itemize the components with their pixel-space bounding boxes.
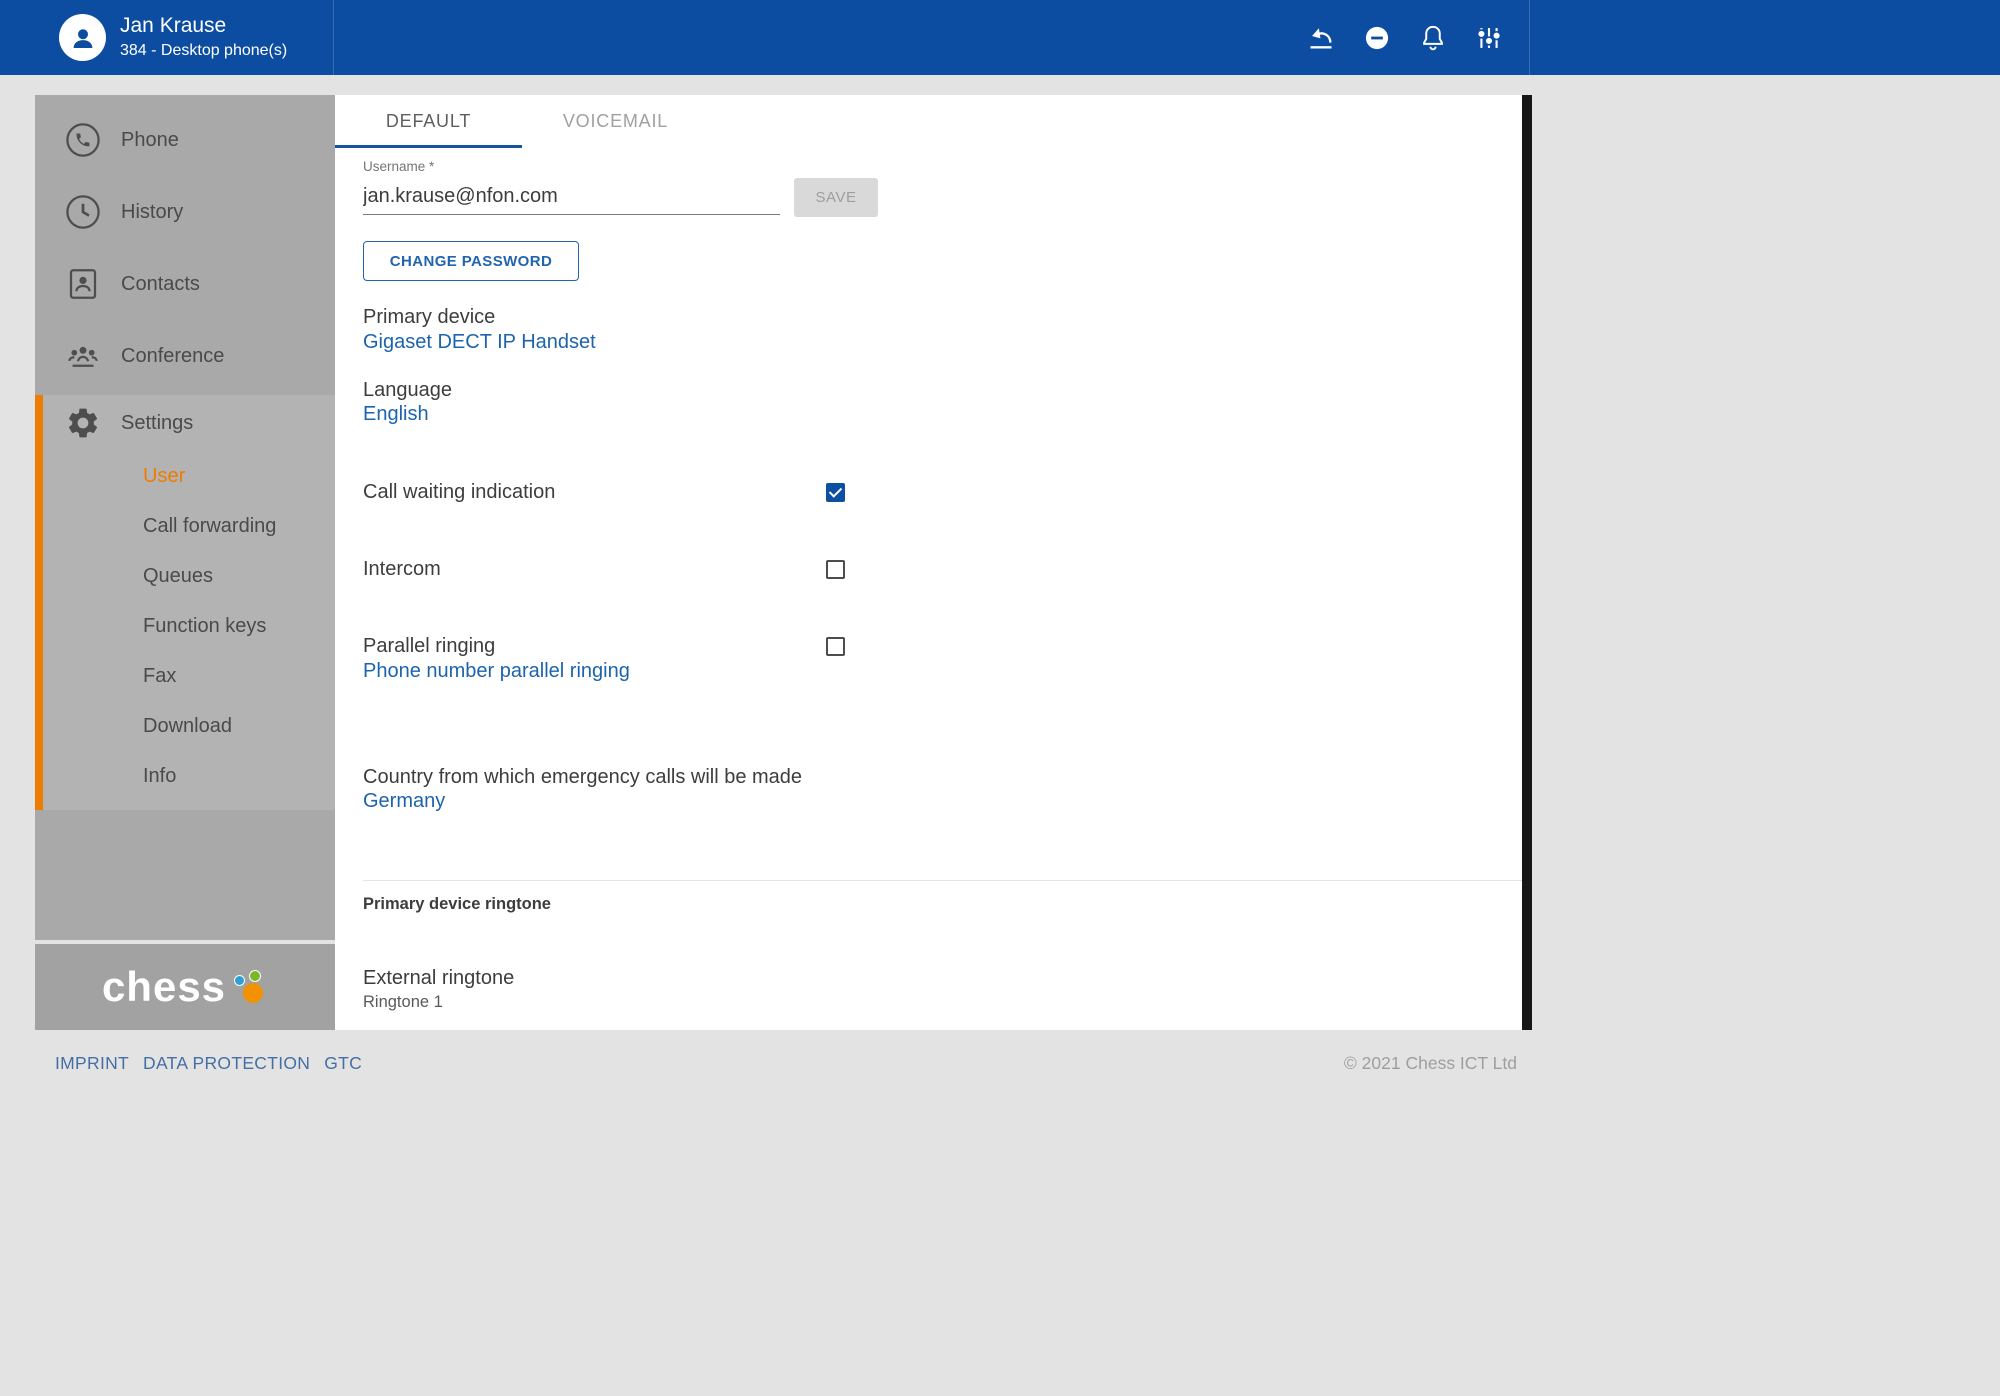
parallel-ringing-label: Parallel ringing [363,635,495,658]
sidebar-subitem-download[interactable]: Download [43,701,335,751]
change-password-button[interactable]: CHANGE PASSWORD [363,241,579,281]
external-ringtone-value[interactable]: Ringtone 1 [363,993,443,1012]
clock-icon [65,194,101,230]
footer-link-imprint[interactable]: IMPRINT [55,1053,129,1074]
tab-default[interactable]: DEFAULT [335,95,522,148]
chess-logo-dots-icon [230,967,268,1007]
footer-link-data-protection[interactable]: DATA PROTECTION [143,1053,310,1074]
parallel-ringing-link[interactable]: Phone number parallel ringing [363,660,630,683]
user-subtitle: 384 - Desktop phone(s) [120,42,287,60]
intercom-label: Intercom [363,558,441,581]
emergency-country-label: Country from which emergency calls will … [363,766,802,789]
footer-link-gtc[interactable]: GTC [324,1053,362,1074]
sidebar-item-label: Phone [121,129,179,152]
sidebar-subitem-queues[interactable]: Queues [43,551,335,601]
do-not-disturb-icon[interactable] [1356,17,1398,59]
section-divider [363,880,1522,881]
sidebar-item-history[interactable]: History [35,176,335,248]
user-avatar[interactable] [59,14,106,61]
sidebar-subitem-call-forwarding[interactable]: Call forwarding [43,501,335,551]
save-button[interactable]: SAVE [794,178,878,217]
username-input[interactable] [363,179,780,215]
notifications-icon[interactable] [1412,17,1454,59]
app-header: Jan Krause 384 - Desktop phone(s) [0,0,2000,75]
sidebar-subitem-fax[interactable]: Fax [43,651,335,701]
language-link[interactable]: English [363,403,429,426]
copyright-text: © 2021 Chess ICT Ltd [1344,1053,1517,1074]
external-ringtone-label: External ringtone [363,967,514,990]
sidebar-subitem-function-keys[interactable]: Function keys [43,601,335,651]
tab-bar: DEFAULT VOICEMAIL [335,95,709,148]
intercom-checkbox[interactable] [826,560,845,579]
person-icon [68,23,98,53]
primary-device-label: Primary device [363,306,495,329]
sidebar-item-contacts[interactable]: Contacts [35,248,335,320]
header-divider [333,0,334,75]
tab-voicemail[interactable]: VOICEMAIL [522,95,709,148]
sidebar-item-phone[interactable]: Phone [35,104,335,176]
header-icon-bar [1300,0,1510,75]
chess-logo: chess [102,963,268,1011]
contact-card-icon [65,266,101,302]
username-label: Username * [363,159,434,174]
header-divider [1529,0,1530,75]
gear-icon [65,405,101,441]
sidebar-item-settings[interactable]: Settings [43,395,335,451]
chess-logo-text: chess [102,963,226,1011]
sidebar-item-label: Settings [121,412,193,435]
sidebar-item-label: Conference [121,345,224,368]
sidebar-filler [35,810,335,940]
main-content: DEFAULT VOICEMAIL Username * SAVE CHANGE… [335,95,1522,1030]
sidebar: Phone History Contacts [35,95,335,1030]
conference-icon [65,338,101,374]
parallel-ringing-checkbox[interactable] [826,637,845,656]
sidebar-logo-block: chess [35,944,335,1030]
emergency-country-link[interactable]: Germany [363,790,445,813]
sidebar-subitem-user[interactable]: User [43,451,335,501]
footer-links: IMPRINT DATA PROTECTION GTC [55,1053,362,1074]
ringtone-section-title: Primary device ringtone [363,895,551,914]
call-waiting-label: Call waiting indication [363,481,555,504]
equalizer-icon[interactable] [1468,17,1510,59]
sidebar-item-conference[interactable]: Conference [35,320,335,392]
language-label: Language [363,379,452,402]
sidebar-item-label: Contacts [121,273,200,296]
primary-device-link[interactable]: Gigaset DECT IP Handset [363,331,596,354]
vertical-scrollbar[interactable] [1522,95,1532,1030]
redirect-icon[interactable] [1300,17,1342,59]
phone-icon [65,122,101,158]
sidebar-item-label: History [121,201,183,224]
sidebar-settings-section: Settings User Call forwarding Queues Fun… [35,395,335,810]
call-waiting-checkbox[interactable] [826,483,845,502]
sidebar-nav: Phone History Contacts [35,95,335,395]
sidebar-subitem-info[interactable]: Info [43,751,335,801]
user-name: Jan Krause [120,14,226,38]
